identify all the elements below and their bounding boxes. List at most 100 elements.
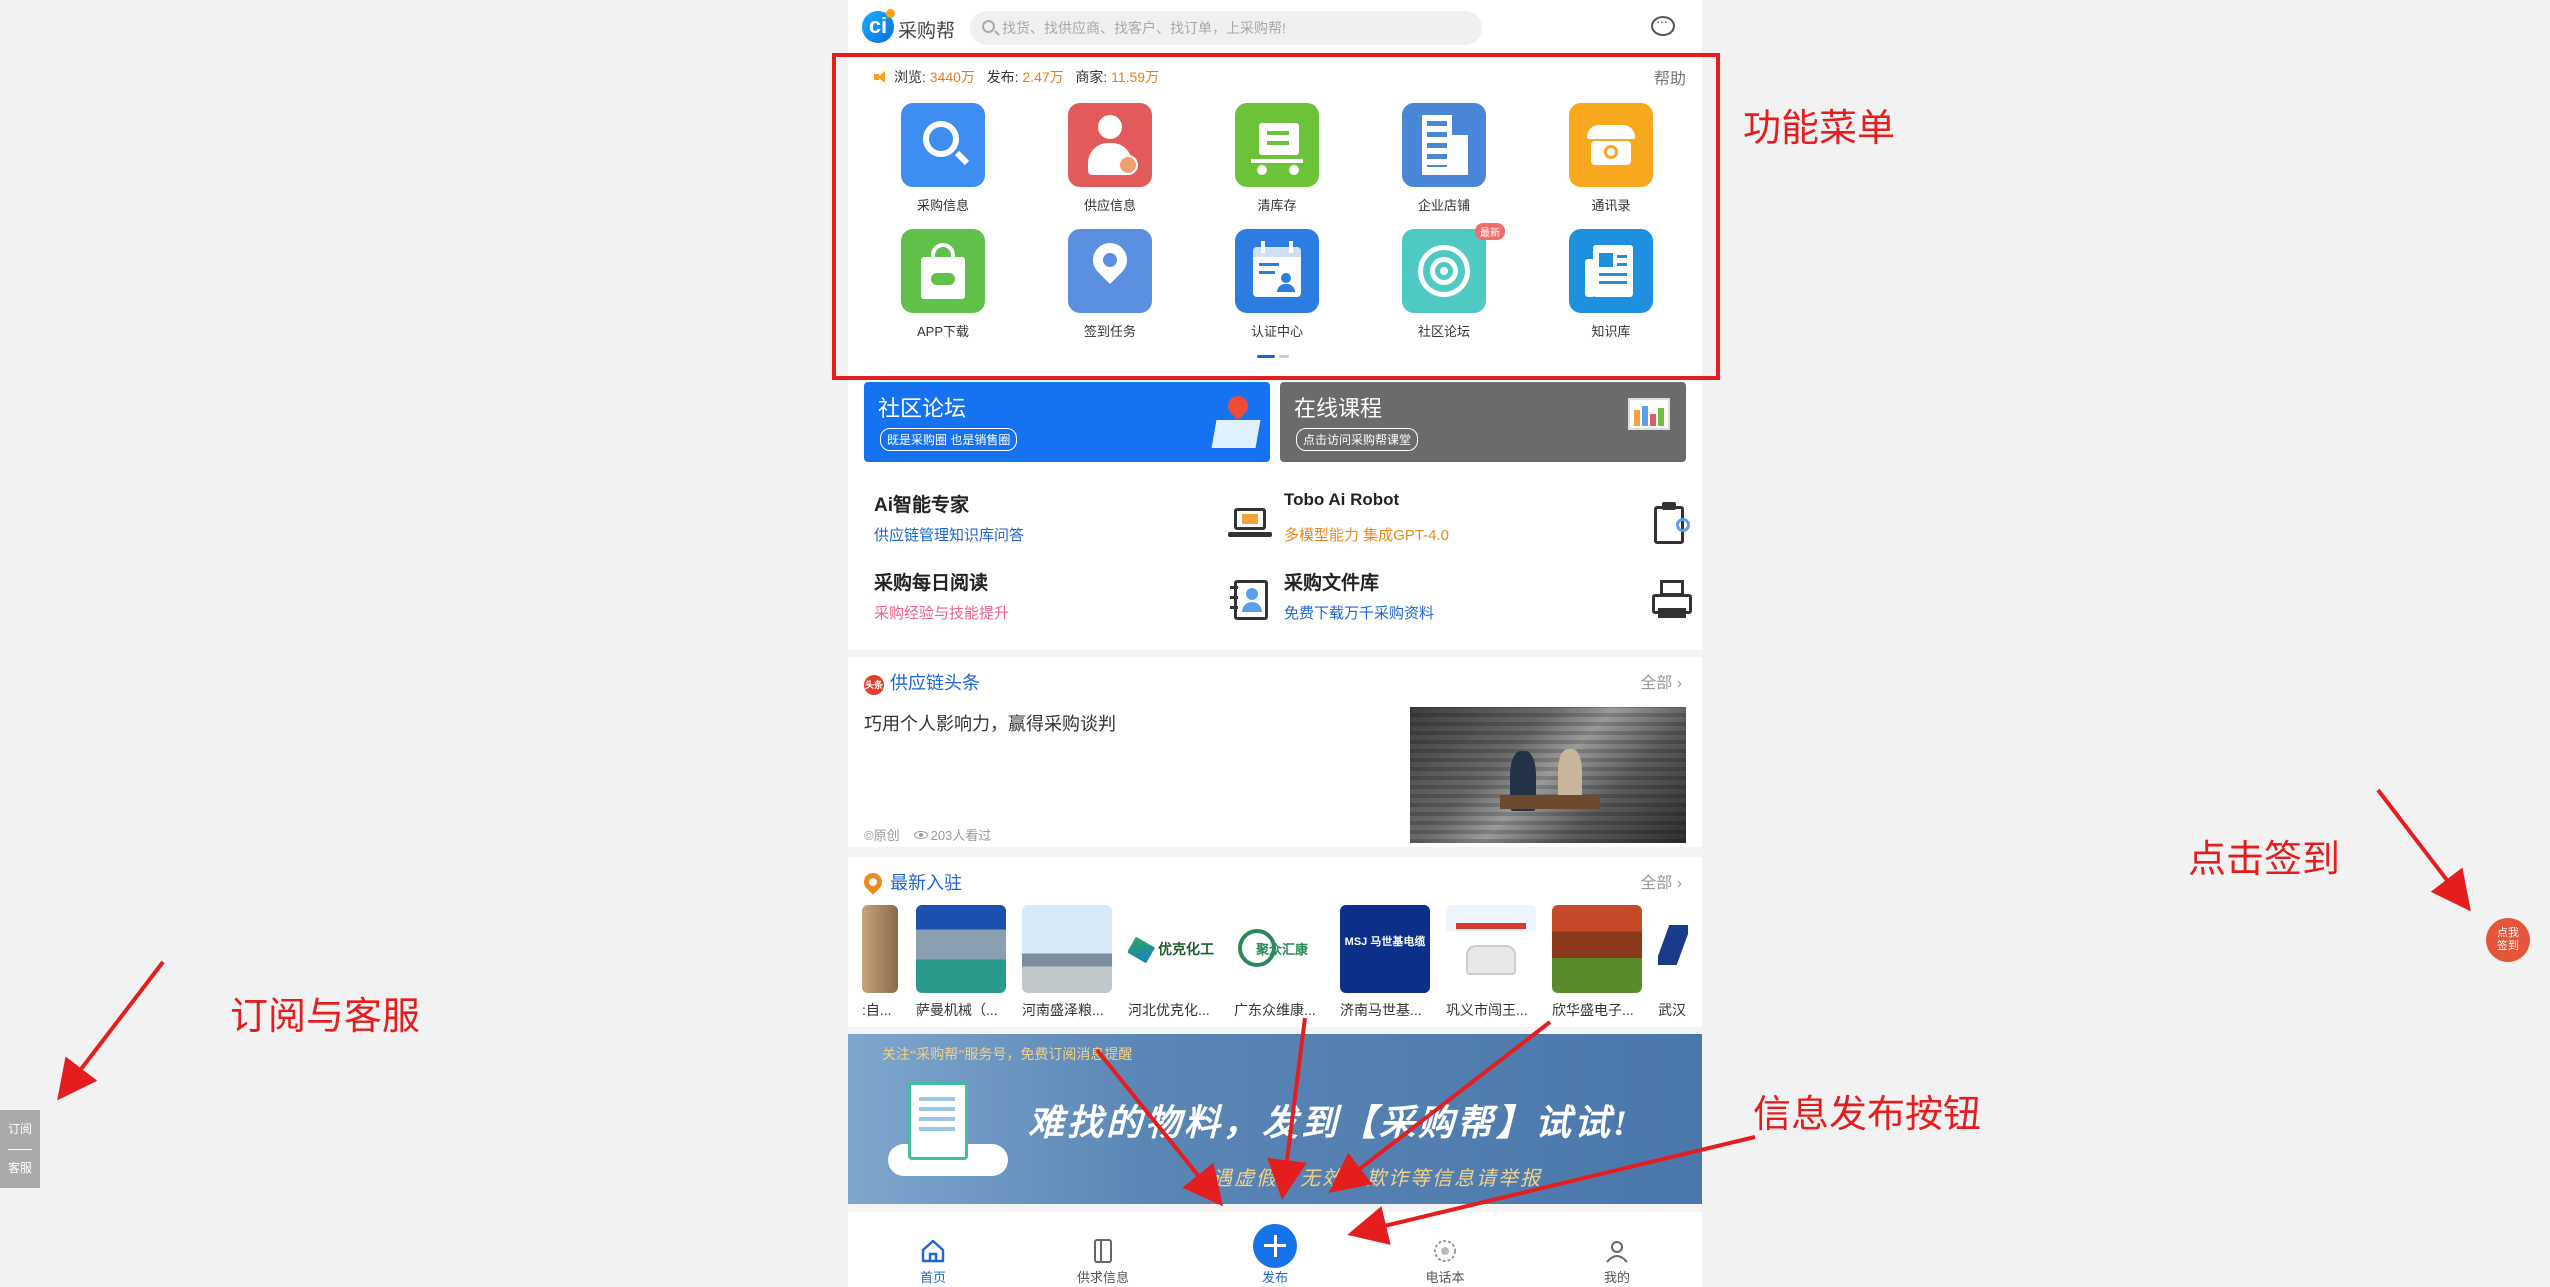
tab-supply-demand[interactable]: 供求信息 <box>1018 1212 1188 1287</box>
banner-title: 在线课程 <box>1294 396 1383 421</box>
document-icon <box>908 1082 968 1160</box>
tab-home[interactable]: 首页 <box>848 1212 1018 1287</box>
bottom-tab-bar: 首页 供求信息 发布 电话本 我的 <box>848 1212 1702 1287</box>
firm-logo-text: MSJ 马世基电缆 <box>1344 936 1426 948</box>
service-button[interactable]: 客服 <box>0 1149 40 1188</box>
tab-phonebook[interactable]: 电话本 <box>1360 1212 1530 1287</box>
sign-line-1: 点我 <box>2497 927 2519 939</box>
firm-name: 巩义市闯王... <box>1446 1002 1528 1018</box>
annotation-publish-button: 信息发布按钮 <box>1753 1094 1982 1136</box>
annotation-subscribe-service: 订阅与客服 <box>230 996 421 1038</box>
tab-label: 发布 <box>1261 1270 1288 1285</box>
laptop-cart-icon <box>1228 502 1272 546</box>
ad-main-text: 难找的物料，发到【采购帮】试试! <box>1028 1103 1631 1143</box>
annotation-function-menu: 功能菜单 <box>1743 108 1896 150</box>
subscribe-service-panel: 订阅 客服 <box>0 1110 40 1188</box>
firm-card[interactable]: MSJ 马世基电缆 济南马世基... <box>1340 905 1430 1018</box>
banner-subtitle: 点击访问采购帮课堂 <box>1296 428 1419 451</box>
firm-name: 河南盛泽粮... <box>1022 1002 1104 1018</box>
sign-in-float-button[interactable]: 点我 签到 <box>2486 918 2530 962</box>
news-article-title[interactable]: 巧用个人影响力，赢得采购谈判 <box>864 710 1116 736</box>
headline-badge-icon: 头条 <box>864 675 884 695</box>
firm-logo-text: 聚众汇康 <box>1256 942 1309 957</box>
firm-card[interactable]: 聚众汇康 广东众维康... <box>1234 905 1324 1018</box>
tab-label: 我的 <box>1603 1270 1630 1285</box>
plus-icon[interactable] <box>1253 1224 1297 1268</box>
message-icon[interactable] <box>1651 13 1675 36</box>
daily-reading-item[interactable]: 采购每日阅读 采购经验与技能提升 <box>874 568 1294 642</box>
firm-name: :自... <box>862 1002 892 1018</box>
tobo-robot-item[interactable]: Tobo Ai Robot 多模型能力 集成GPT-4.0 <box>1284 490 1704 564</box>
firm-card[interactable]: 优克化工 河北优克化... <box>1128 905 1218 1018</box>
firm-name: 济南马世基... <box>1340 1002 1422 1018</box>
headline-section-title: 头条 供应链头条 <box>864 669 980 695</box>
ad-top-text: 关注“采购帮”服务号，免费订阅消息提醒 <box>882 1048 1133 1063</box>
sign-line-2: 签到 <box>2497 940 2519 952</box>
ai-item-subtitle: 免费下载万千采购资料 <box>1284 605 1435 622</box>
function-menu-highlight <box>832 53 1720 380</box>
news-article-image[interactable] <box>1410 707 1686 843</box>
view-count: 203人看过 <box>930 828 992 843</box>
ad-sub-text: *遇虚假、无效、欺诈等信息请举报 <box>1200 1168 1542 1190</box>
original-tag: ©原创 <box>864 828 900 843</box>
firm-name: 欣华盛电子... <box>1552 1002 1634 1018</box>
search-icon <box>982 20 995 33</box>
location-pin-icon <box>860 869 886 895</box>
map-icon <box>1211 420 1261 448</box>
search-bar[interactable] <box>970 11 1482 45</box>
headline-more-link[interactable]: 全部 › <box>1640 669 1682 693</box>
firm-card[interactable]: 萨曼机械（... <box>916 905 1006 1018</box>
firm-name: 广东众维康... <box>1234 1002 1316 1018</box>
publish-ad-banner[interactable]: 关注“采购帮”服务号，免费订阅消息提醒 难找的物料，发到【采购帮】试试! *遇虚… <box>848 1034 1702 1204</box>
tab-label: 电话本 <box>1425 1270 1465 1285</box>
banner-subtitle: 既是采购圈 也是销售圈 <box>880 428 1018 451</box>
ai-item-subtitle: 采购经验与技能提升 <box>874 605 1010 622</box>
ai-item-title: Tobo Ai Robot <box>1284 490 1400 509</box>
ai-item-subtitle: 多模型能力 集成GPT-4.0 <box>1284 527 1450 544</box>
firm-card[interactable]: 武汉 <box>1658 905 1688 1018</box>
top-bar: ci 采购帮 <box>848 0 1702 55</box>
news-meta: ©原创 203人看过 <box>864 825 991 844</box>
ai-item-subtitle: 供应链管理知识库问答 <box>874 527 1025 544</box>
supply-chain-headline: 头条 供应链头条 全部 › 巧用个人影响力，赢得采购谈判 ©原创 203人看过 <box>848 657 1702 847</box>
home-icon <box>921 1239 945 1263</box>
tab-publish[interactable]: 发布 <box>1190 1212 1360 1287</box>
tab-label: 供求信息 <box>1076 1270 1129 1285</box>
logo-dot <box>886 9 895 18</box>
firm-name: 河北优克化... <box>1128 1002 1210 1018</box>
tab-mine[interactable]: 我的 <box>1532 1212 1702 1287</box>
firm-name: 武汉 <box>1658 1002 1686 1018</box>
firm-card[interactable]: 巩义市闯王... <box>1446 905 1536 1018</box>
settled-section-title: 最新入驻 <box>860 869 962 895</box>
document-library-item[interactable]: 采购文件库 免费下载万千采购资料 <box>1284 568 1704 642</box>
headline-title-text: 供应链头条 <box>890 673 980 693</box>
logo-mark: ci <box>868 13 888 38</box>
tab-label: 首页 <box>919 1270 946 1285</box>
map-pin-icon <box>1223 391 1253 421</box>
forum-banner[interactable]: 社区论坛 既是采购圈 也是销售圈 <box>864 382 1270 462</box>
divider <box>8 1149 32 1150</box>
course-banner[interactable]: 在线课程 点击访问采购帮课堂 <box>1280 382 1686 462</box>
ai-item-title: 采购每日阅读 <box>874 573 989 594</box>
banner-title: 社区论坛 <box>878 396 967 421</box>
book-icon <box>1094 1239 1112 1263</box>
promo-banners: 社区论坛 既是采购圈 也是销售圈 在线课程 点击访问采购帮课堂 <box>848 380 1702 470</box>
firm-card[interactable]: 欣华盛电子... <box>1552 905 1642 1018</box>
ai-item-title: Ai智能专家 <box>874 495 970 516</box>
firm-card[interactable]: 河南盛泽粮... <box>1022 905 1112 1018</box>
search-input[interactable] <box>1002 11 1472 45</box>
settled-more-link[interactable]: 全部 › <box>1640 869 1682 893</box>
subscribe-button[interactable]: 订阅 <box>0 1110 40 1149</box>
contacts-icon <box>1434 1240 1456 1262</box>
firm-name: 萨曼机械（... <box>916 1002 998 1018</box>
ai-tools: Ai智能专家 供应链管理知识库问答 Tobo Ai Robot 多模型能力 集成… <box>848 470 1702 650</box>
ai-item-title: 采购文件库 <box>1284 573 1380 594</box>
annotation-sign-in: 点击签到 <box>2188 839 2341 881</box>
ai-expert-item[interactable]: Ai智能专家 供应链管理知识库问答 <box>874 490 1294 564</box>
firm-card[interactable]: :自... <box>862 905 898 1018</box>
user-icon <box>1606 1241 1628 1263</box>
settled-title-text: 最新入驻 <box>890 873 962 893</box>
clipboard-icon <box>1650 502 1694 546</box>
eye-icon <box>913 831 928 839</box>
logo-text: 采购帮 <box>898 21 956 42</box>
